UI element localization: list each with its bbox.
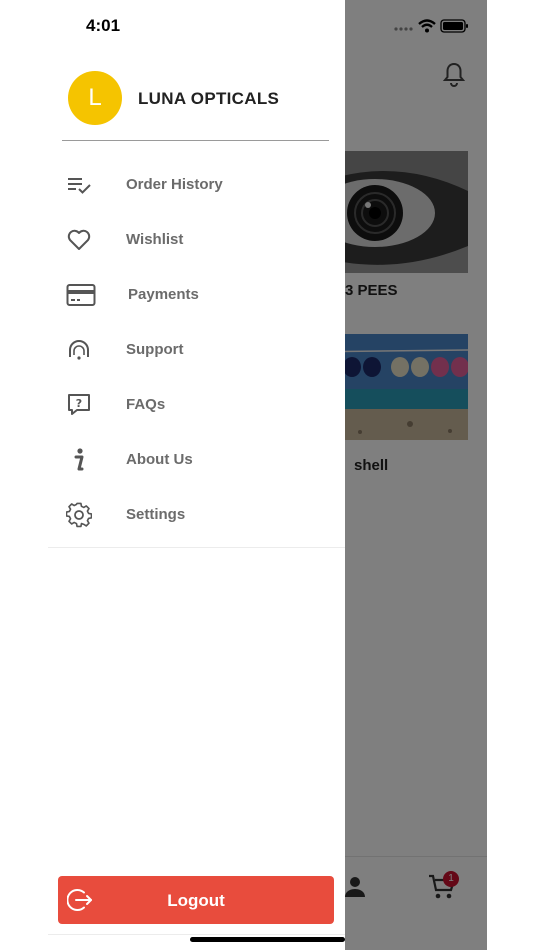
svg-text:?: ? bbox=[76, 397, 82, 410]
menu-item-support[interactable]: Support bbox=[48, 325, 345, 375]
menu-item-payments[interactable]: Payments bbox=[48, 270, 345, 320]
menu-label-settings: Settings bbox=[126, 506, 186, 523]
order-history-icon bbox=[68, 178, 91, 194]
home-indicator[interactable] bbox=[190, 937, 345, 942]
menu-label-about-us: About Us bbox=[126, 451, 193, 468]
navigation-drawer: L LUNA OPTICALS Order History Wishlist P… bbox=[0, 0, 345, 950]
menu-label-payments: Payments bbox=[128, 286, 199, 303]
menu-item-wishlist[interactable]: Wishlist bbox=[48, 215, 345, 265]
menu-item-settings[interactable]: Settings bbox=[48, 490, 345, 540]
status-icons bbox=[394, 19, 468, 33]
avatar[interactable]: L bbox=[68, 71, 122, 125]
battery-icon bbox=[440, 19, 468, 33]
menu-label-support: Support bbox=[126, 341, 184, 358]
wifi-icon bbox=[418, 19, 436, 33]
heart-icon bbox=[67, 229, 91, 250]
menu-item-order-history[interactable]: Order History bbox=[48, 160, 345, 210]
header-divider bbox=[62, 140, 329, 141]
signal-icon bbox=[394, 27, 413, 31]
brand-name: LUNA OPTICALS bbox=[138, 89, 280, 108]
menu-label-faqs: FAQs bbox=[126, 396, 166, 413]
logout-button[interactable]: Logout bbox=[58, 876, 334, 924]
support-icon bbox=[69, 340, 89, 360]
menu-item-faqs[interactable]: ? FAQs bbox=[48, 380, 345, 430]
background-edge bbox=[487, 0, 534, 950]
menu-divider bbox=[48, 547, 345, 548]
menu-item-about-us[interactable]: About Us bbox=[48, 435, 345, 485]
drawer-bottom-divider bbox=[48, 934, 345, 935]
gear-icon bbox=[66, 502, 92, 528]
info-icon bbox=[74, 448, 84, 471]
logout-label: Logout bbox=[167, 891, 225, 910]
faq-icon: ? bbox=[68, 394, 90, 415]
credit-card-icon bbox=[66, 284, 96, 306]
menu-label-order-history: Order History bbox=[126, 176, 223, 193]
menu-label-wishlist: Wishlist bbox=[126, 231, 184, 248]
status-time: 4:01 bbox=[86, 16, 121, 35]
